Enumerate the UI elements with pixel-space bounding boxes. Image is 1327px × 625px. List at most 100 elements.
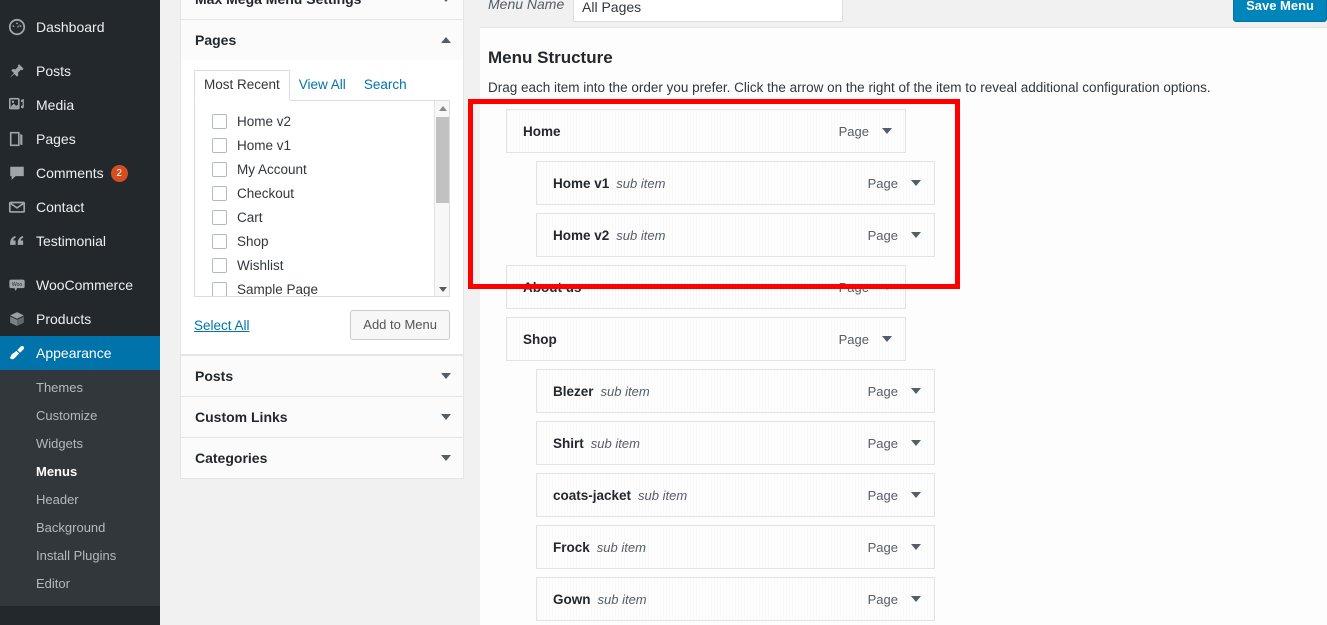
- chevron-up-icon[interactable]: [441, 37, 451, 43]
- checkbox-icon[interactable]: [212, 113, 227, 129]
- menu-item-home[interactable]: Home Page: [506, 109, 906, 153]
- menu-item-type: Page: [838, 123, 869, 139]
- menu-item-home-v2[interactable]: Home v2 sub item Page: [536, 213, 935, 257]
- postbox-header-categories[interactable]: Categories: [181, 438, 463, 478]
- sidebar-item-dashboard[interactable]: Dashboard: [0, 10, 160, 44]
- checkbox-icon[interactable]: [212, 257, 227, 273]
- menu-item-expand-chevron-down-icon[interactable]: [898, 440, 934, 446]
- menu-item-type: Page: [838, 331, 869, 347]
- menu-item-frock[interactable]: Frock sub item Page: [536, 525, 935, 569]
- submenu-item-editor[interactable]: Editor: [0, 570, 160, 598]
- sidebar-item-label: Testimonial: [36, 233, 107, 249]
- menu-item-row: coats-jacket sub item Page: [488, 473, 1327, 517]
- submenu-item-background[interactable]: Background: [0, 514, 160, 542]
- menu-item-expand-chevron-down-icon[interactable]: [898, 492, 934, 498]
- postbox-header-posts[interactable]: Posts: [181, 356, 463, 396]
- tab-view-all[interactable]: View All: [290, 71, 355, 100]
- postbox-max-mega-menu: Max Mega Menu Settings: [180, 0, 464, 20]
- postbox-header-max-mega-menu[interactable]: Max Mega Menu Settings: [181, 0, 463, 19]
- menu-item-expand-chevron-down-icon[interactable]: [869, 284, 905, 290]
- postbox-header-pages[interactable]: Pages: [181, 20, 463, 60]
- chevron-down-icon[interactable]: [441, 0, 451, 2]
- page-checkbox-row[interactable]: My Account: [195, 157, 449, 181]
- submenu-item-header[interactable]: Header: [0, 486, 160, 514]
- sidebar-item-products[interactable]: Products: [0, 302, 160, 336]
- menu-item-shirt[interactable]: Shirt sub item Page: [536, 421, 935, 465]
- sidebar-item-comments[interactable]: Comments 2: [0, 156, 160, 190]
- menu-item-sub-label: sub item: [616, 227, 666, 243]
- sidebar-item-appearance[interactable]: Appearance: [0, 336, 160, 370]
- postbox-header-custom-links[interactable]: Custom Links: [181, 397, 463, 437]
- submenu-item-menus[interactable]: Menus: [0, 458, 160, 486]
- menu-item-title: About us: [523, 279, 582, 295]
- menu-item-expand-chevron-down-icon[interactable]: [869, 336, 905, 342]
- sidebar-item-pages[interactable]: Pages: [0, 122, 160, 156]
- page-checkbox-row[interactable]: Wishlist: [195, 253, 449, 277]
- checkbox-icon[interactable]: [212, 233, 227, 249]
- menu-item-shop[interactable]: Shop Page: [506, 317, 906, 361]
- submenu-item-themes[interactable]: Themes: [0, 374, 160, 402]
- checkbox-icon[interactable]: [212, 137, 227, 153]
- checkbox-icon[interactable]: [212, 281, 227, 296]
- menu-item-row: Blezer sub item Page: [488, 369, 1327, 413]
- menu-item-list: Home Page Home v1 sub item Page Home v2 sub it…: [480, 109, 1327, 621]
- menu-item-expand-chevron-down-icon[interactable]: [898, 180, 934, 186]
- sidebar-item-woocommerce[interactable]: Woo WooCommerce: [0, 268, 160, 302]
- menu-item-expand-chevron-down-icon[interactable]: [898, 232, 934, 238]
- sidebar-item-label: WooCommerce: [36, 277, 133, 293]
- sidebar-item-label: Media: [36, 97, 75, 113]
- sidebar-item-testimonial[interactable]: Testimonial: [0, 224, 160, 258]
- submenu-item-customize[interactable]: Customize: [0, 402, 160, 430]
- menu-item-coats-jacket[interactable]: coats-jacket sub item Page: [536, 473, 935, 517]
- save-menu-button[interactable]: Save Menu: [1233, 0, 1327, 22]
- checkbox-icon[interactable]: [212, 161, 227, 177]
- submenu-item-widgets[interactable]: Widgets: [0, 430, 160, 458]
- page-checkbox-row[interactable]: Cart: [195, 205, 449, 229]
- menu-item-home-v1[interactable]: Home v1 sub item Page: [536, 161, 935, 205]
- menu-item-type: Page: [867, 175, 898, 191]
- page-checkbox-row[interactable]: Shop: [195, 229, 449, 253]
- postbox-title: Custom Links: [195, 409, 288, 425]
- chevron-down-icon[interactable]: [441, 414, 451, 420]
- tab-most-recent[interactable]: Most Recent: [194, 70, 290, 101]
- submenu-item-install-plugins[interactable]: Install Plugins: [0, 542, 160, 570]
- postbox-title: Pages: [195, 32, 237, 48]
- scroll-down-icon[interactable]: [435, 282, 449, 296]
- menu-item-expand-chevron-down-icon[interactable]: [898, 544, 934, 550]
- dashboard-icon: [8, 17, 36, 37]
- menu-item-expand-chevron-down-icon[interactable]: [898, 596, 934, 602]
- menu-item-type: Page: [867, 591, 898, 607]
- page-checkbox-row[interactable]: Home v1: [195, 133, 449, 157]
- sidebar-separator: [0, 44, 160, 54]
- sidebar-item-media[interactable]: Media: [0, 88, 160, 122]
- sidebar-item-label: Dashboard: [36, 19, 105, 35]
- checkbox-icon[interactable]: [212, 185, 227, 201]
- chevron-down-icon[interactable]: [441, 373, 451, 379]
- sidebar-item-posts[interactable]: Posts: [0, 54, 160, 88]
- chevron-down-icon[interactable]: [441, 455, 451, 461]
- postbox-title: Max Mega Menu Settings: [195, 0, 361, 7]
- menu-item-sub-label: sub item: [638, 487, 688, 503]
- checkbox-icon[interactable]: [212, 209, 227, 225]
- menu-item-expand-chevron-down-icon[interactable]: [869, 128, 905, 134]
- page-checkbox-label: Shop: [237, 233, 269, 249]
- scrollbar-thumb[interactable]: [436, 117, 449, 203]
- menu-item-gown[interactable]: Gown sub item Page: [536, 577, 935, 621]
- tab-search[interactable]: Search: [355, 71, 416, 100]
- menu-name-label: Menu Name: [488, 0, 565, 12]
- add-to-menu-button[interactable]: Add to Menu: [350, 310, 450, 340]
- page-checkbox-row[interactable]: Home v2: [195, 109, 449, 133]
- menu-item-blezer[interactable]: Blezer sub item Page: [536, 369, 935, 413]
- sidebar-item-contact[interactable]: Contact: [0, 190, 160, 224]
- pages-list-scrollbar[interactable]: [434, 101, 449, 296]
- page-checkbox-row[interactable]: Sample Page: [195, 277, 449, 296]
- select-all-link[interactable]: Select All: [194, 318, 250, 333]
- page-checkbox-row[interactable]: Checkout: [195, 181, 449, 205]
- scroll-up-icon[interactable]: [435, 101, 449, 115]
- postbox-title: Categories: [195, 450, 268, 466]
- comment-icon: [8, 163, 36, 183]
- menu-item-about-us[interactable]: About us Page: [506, 265, 906, 309]
- menu-name-input[interactable]: [573, 0, 843, 22]
- menu-item-expand-chevron-down-icon[interactable]: [898, 388, 934, 394]
